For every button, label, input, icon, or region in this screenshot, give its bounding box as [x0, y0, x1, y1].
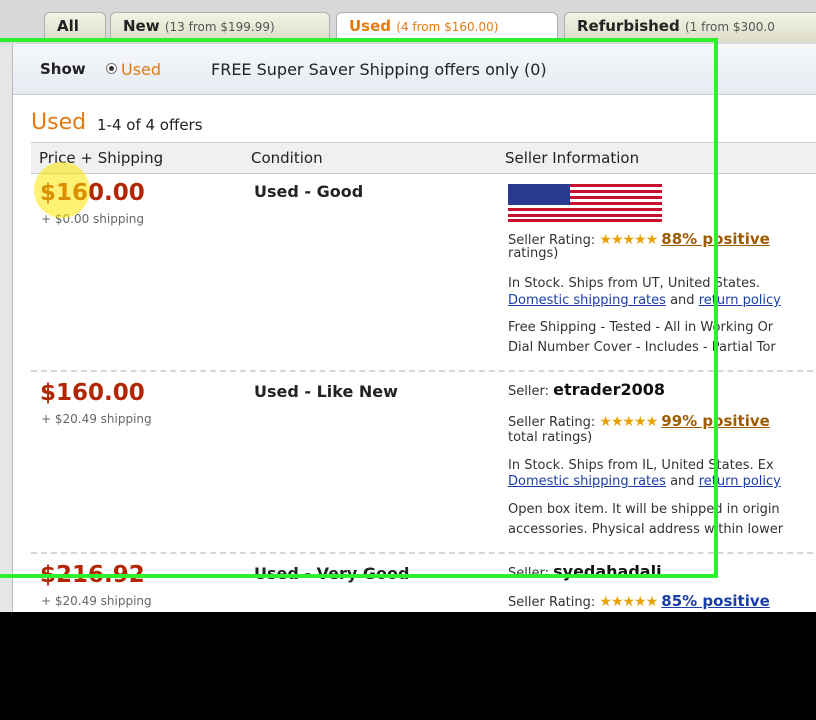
- offer-shipping: + $20.49 shipping: [41, 412, 152, 426]
- offer-condition: Used - Very Good: [254, 564, 410, 583]
- domestic-shipping-link[interactable]: Domestic shipping rates: [508, 474, 666, 489]
- and-text: and: [670, 474, 695, 489]
- cursor-highlight: [34, 162, 90, 218]
- rating-positive-link[interactable]: 85% positive: [661, 592, 770, 610]
- row-separator: [31, 370, 816, 372]
- seller-comment-2: accessories. Physical address within low…: [508, 522, 784, 537]
- stock-info: In Stock. Ships from UT, United States.: [508, 276, 760, 291]
- rating-tail: ratings): [508, 246, 559, 261]
- row-separator: [31, 552, 816, 554]
- free-shipping-filter[interactable]: FREE Super Saver Shipping offers only (0…: [211, 60, 547, 79]
- tab-new[interactable]: New (13 from $199.99): [110, 12, 330, 42]
- offer-condition: Used - Like New: [254, 382, 398, 401]
- offer-row: $160.00 + $20.49 shipping Used - Like Ne…: [31, 380, 816, 560]
- filter-bar: Show Used FREE Super Saver Shipping offe…: [13, 44, 816, 95]
- seller-comment: Free Shipping - Tested - All in Working …: [508, 320, 774, 335]
- tab-all[interactable]: All: [44, 12, 106, 42]
- tab-used[interactable]: Used (4 from $160.00): [336, 12, 558, 42]
- offer-price: $160.00: [40, 380, 145, 406]
- stock-info: In Stock. Ships from IL, United States. …: [508, 458, 774, 473]
- tab-refurbished[interactable]: Refurbished (1 from $300.0: [564, 12, 816, 42]
- tab-refurbished-label: Refurbished: [577, 17, 680, 35]
- us-flag-icon[interactable]: [508, 184, 662, 222]
- used-radio-label[interactable]: Used: [121, 60, 161, 79]
- offer-shipping: + $20.49 shipping: [41, 594, 152, 608]
- tab-used-detail: (4 from $160.00): [396, 20, 499, 34]
- tab-refurbished-detail: (1 from $300.0: [684, 20, 775, 34]
- seller-comment-2: Dial Number Cover - Includes - Partial T…: [508, 340, 776, 355]
- offer-count: 1-4 of 4 offers: [97, 116, 203, 134]
- rating-stars-icon: ★★★★★: [599, 232, 658, 248]
- column-header: Price + Shipping Condition Seller Inform…: [31, 142, 816, 174]
- rating-positive-link[interactable]: 99% positive: [661, 412, 770, 430]
- domestic-shipping-link[interactable]: Domestic shipping rates: [508, 293, 666, 308]
- show-label: Show: [40, 60, 86, 78]
- seller-label: Seller:: [508, 384, 549, 399]
- offers-panel: Show Used FREE Super Saver Shipping offe…: [12, 44, 816, 612]
- tab-all-label: All: [57, 17, 79, 35]
- tab-new-label: New: [123, 17, 160, 35]
- condition-tabs: All New (13 from $199.99) Used (4 from $…: [0, 0, 816, 44]
- seller-name-link[interactable]: syedahadali: [553, 562, 661, 581]
- return-policy-link[interactable]: return policy: [699, 293, 781, 308]
- and-text: and: [670, 293, 695, 308]
- tab-new-detail: (13 from $199.99): [164, 20, 275, 34]
- rating-label: Seller Rating:: [508, 595, 596, 610]
- seller-name-link[interactable]: etrader2008: [553, 380, 665, 399]
- tab-used-label: Used: [349, 17, 392, 35]
- rating-positive-link[interactable]: 88% positive: [661, 230, 770, 248]
- col-seller: Seller Information: [505, 149, 640, 167]
- offer-row: $160.00 + $0.00 shipping Used - Good Sel…: [31, 180, 816, 370]
- offer-price: $216.92: [40, 562, 145, 588]
- used-radio[interactable]: [106, 63, 117, 74]
- seller-comment: Open box item. It will be shipped in ori…: [508, 502, 780, 517]
- seller-label: Seller:: [508, 566, 549, 581]
- rating-tail: total ratings): [508, 430, 593, 445]
- col-condition: Condition: [251, 149, 323, 167]
- offer-row: $216.92 + $20.49 shipping Used - Very Go…: [31, 562, 816, 612]
- return-policy-link[interactable]: return policy: [699, 474, 781, 489]
- offer-condition: Used - Good: [254, 182, 364, 201]
- section-title: Used: [31, 110, 87, 135]
- rating-stars-icon: ★★★★★: [599, 414, 658, 430]
- rating-stars-icon: ★★★★★: [599, 594, 658, 610]
- screen: All New (13 from $199.99) Used (4 from $…: [0, 0, 816, 612]
- rating-label: Seller Rating:: [508, 415, 596, 430]
